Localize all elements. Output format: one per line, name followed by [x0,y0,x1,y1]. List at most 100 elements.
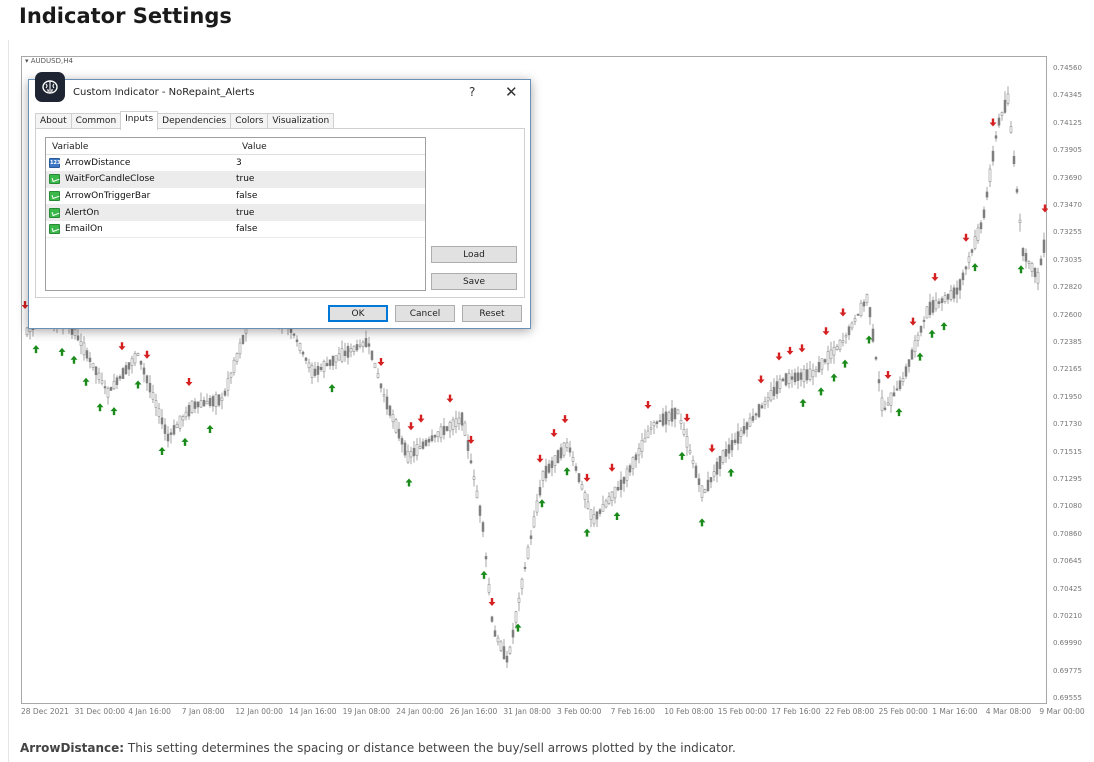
candle-body [238,342,242,355]
candle-body [541,470,545,481]
candle-body [799,372,803,380]
price-tick-label: 0.72600 [1053,310,1082,319]
candle-body [598,509,602,514]
buy-arrow-icon [206,425,214,434]
candle-body [637,447,641,456]
candle-body [715,461,719,475]
candle-body [1030,263,1034,272]
price-tick-label: 0.71295 [1053,475,1082,483]
candle-body [865,294,869,304]
candle-body [451,419,455,430]
value-cell[interactable]: false [236,224,257,234]
candle-body [319,366,323,370]
value-cell[interactable]: 3 [236,158,242,168]
candle-body [922,319,926,322]
value-cell[interactable]: false [236,191,257,201]
input-row[interactable]: WaitForCandleClose true [46,171,425,189]
candle-body [430,435,434,442]
candle-body [754,413,758,416]
candle-body [964,266,968,270]
price-tick-label: 0.72820 [1053,283,1082,292]
variable-column-header[interactable]: Variable [46,138,236,154]
sell-arrow-icon [118,342,126,351]
candle-body [301,351,305,355]
candle-body [517,597,521,603]
value-cell[interactable]: true [236,174,254,184]
buy-arrow-icon [928,329,936,338]
candle-body [187,404,191,417]
candle-body [481,522,485,532]
candle-body [988,168,992,182]
candle-body [88,357,92,362]
candle-body [523,566,527,569]
candle-body [385,396,389,410]
price-tick-label: 0.72385 [1053,338,1082,346]
candle-body [172,425,176,435]
input-row[interactable]: ArrowOnTriggerBar false [46,188,425,205]
candle-body [421,441,425,449]
candle-body [322,361,326,372]
buy-arrow-icon [727,468,735,477]
candle-body [910,349,914,360]
candle-body [490,616,494,622]
sell-arrow-icon [488,597,496,606]
candle-body [997,117,1001,126]
date-tick-label: 19 Jan 08:00 [342,707,391,716]
close-icon[interactable]: ✕ [505,83,518,101]
candle-body [859,302,863,316]
candle-body [106,388,110,398]
candle-body [1012,155,1016,165]
candle-body [1015,188,1019,193]
candle-body [1006,93,1010,104]
input-row[interactable]: AlertOn true [46,204,425,222]
candle-body [406,451,410,463]
candle-body [625,468,629,481]
sell-arrow-icon [377,357,385,366]
candle-body [577,473,581,483]
sell-arrow-icon [683,413,691,422]
value-cell[interactable]: true [236,208,254,218]
candle-body [730,440,734,451]
candle-body [661,413,665,426]
date-tick-label: 22 Feb 08:00 [825,707,875,716]
variable-cell: ArrowOnTriggerBar [46,190,236,201]
candle-body [862,301,866,307]
dialog-titlebar[interactable]: Custom Indicator - NoRepaint_Alerts ? ✕ [29,72,530,106]
ok-button[interactable]: OK [328,305,388,322]
buy-arrow-icon [678,451,686,460]
variable-name: AlertOn [65,207,100,218]
sell-arrow-icon [608,463,616,472]
candle-body [160,417,164,425]
candle-body [688,450,692,454]
candle-body [157,408,161,417]
price-tick-label: 0.71950 [1053,392,1082,401]
candle-body [484,556,488,560]
cancel-button[interactable]: Cancel [395,305,455,322]
price-tick-label: 0.69775 [1053,666,1082,675]
save-button[interactable]: Save [431,273,517,290]
buy-arrow-icon [583,528,591,537]
input-row[interactable]: EmailOn false [46,221,425,238]
buy-arrow-icon [841,359,849,368]
reset-button[interactable]: Reset [462,305,522,322]
value-column-header[interactable]: Value [236,138,267,154]
buy-arrow-icon [916,352,924,361]
load-button[interactable]: Load [431,246,517,263]
date-tick-label: 1 Mar 16:00 [932,707,978,716]
candle-body [790,376,794,380]
candle-body [367,343,371,347]
candle-body [793,372,797,383]
candle-body [118,376,122,379]
candle-body [844,335,848,338]
candle-body [391,414,395,423]
candle-body [673,407,677,420]
tab-inputs[interactable]: Inputs [120,111,159,130]
candle-body [649,427,653,430]
candle-body [346,345,350,358]
input-row[interactable]: 123 ArrowDistance 3 [46,155,425,172]
candle-body [145,375,149,384]
help-button[interactable]: ? [469,85,475,99]
candle-body [400,438,404,445]
candle-body [721,450,725,463]
buy-arrow-icon [58,347,66,356]
